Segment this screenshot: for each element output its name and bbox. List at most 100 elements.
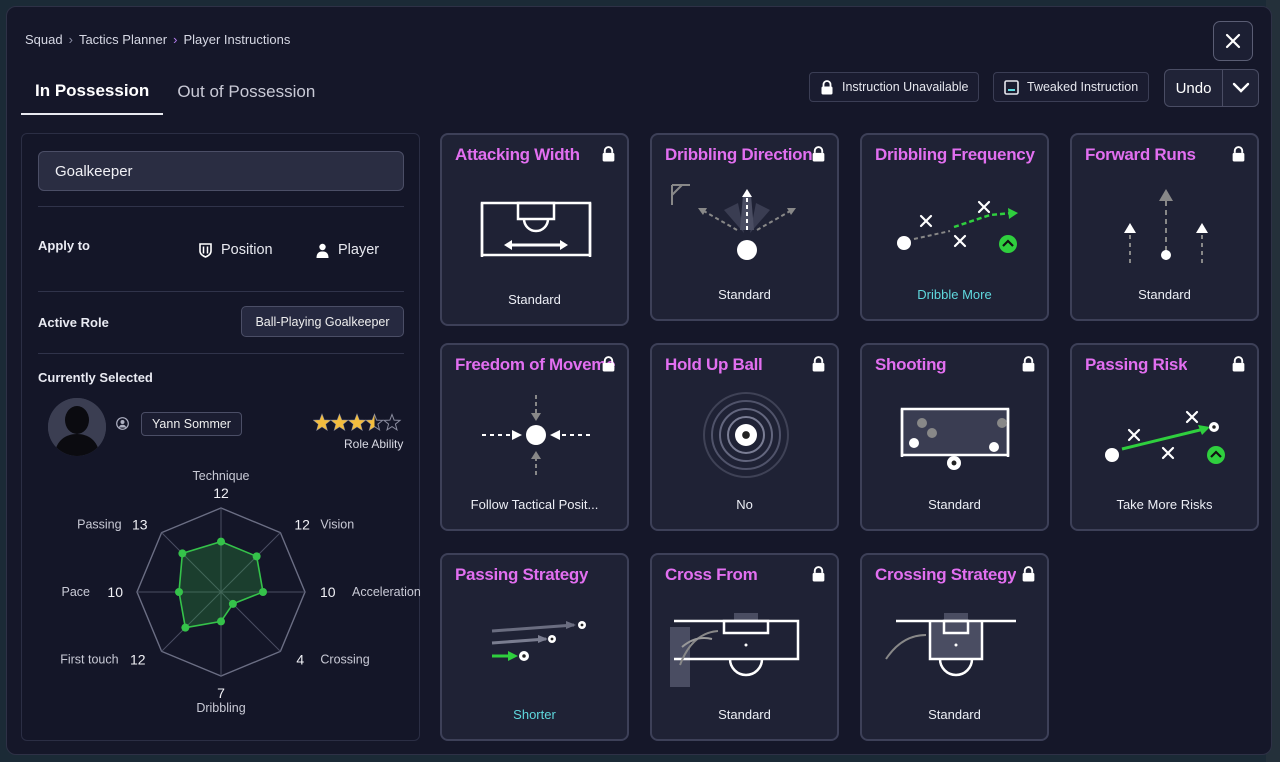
radar-label: Technique	[193, 469, 250, 483]
undo-dropdown-button[interactable]	[1223, 82, 1258, 94]
star-filled-icon	[331, 414, 348, 430]
radar-point	[259, 588, 267, 596]
dribbling-frequency-diagram-icon	[897, 200, 1018, 253]
undo-control: Undo	[1164, 69, 1259, 107]
instruction-card-crossing-strategy[interactable]: Crossing Strategy Standard	[860, 553, 1049, 741]
instruction-card-cross-from[interactable]: Cross From Standard	[650, 553, 839, 741]
instruction-card-dribbling-frequency[interactable]: Dribbling Frequency Dribble More	[860, 133, 1049, 321]
divider	[38, 206, 404, 207]
radar-value: 10	[320, 584, 336, 600]
breadcrumb-player-instructions: Player Instructions	[183, 32, 291, 47]
radar-label: Acceleration	[352, 585, 421, 599]
instruction-card-value: Standard	[718, 287, 771, 302]
radar-point	[217, 537, 225, 546]
legend-unavailable-label: Instruction Unavailable	[842, 80, 969, 94]
instruction-card-value: No	[736, 497, 753, 512]
instruction-card-value: Follow Tactical Posit...	[470, 497, 599, 512]
divider	[38, 291, 404, 292]
radar-value: 12	[213, 485, 229, 501]
person-icon	[116, 417, 129, 435]
apply-to-player-option[interactable]: Player	[316, 242, 379, 258]
radar-label: First touch	[60, 652, 118, 666]
radar-value: 4	[296, 651, 304, 667]
role-ability-label: Role Ability	[344, 437, 404, 451]
undo-button[interactable]: Undo	[1165, 70, 1223, 106]
radar-point	[252, 552, 261, 561]
role-ability-stars	[312, 413, 403, 438]
star-filled-icon	[313, 414, 331, 430]
currently-selected-label: Currently Selected	[38, 370, 153, 385]
attacking-width-diagram-icon	[480, 201, 592, 257]
instruction-card-dribbling-direction[interactable]: Dribbling Direction Standard	[650, 133, 839, 321]
radar-point	[228, 599, 237, 608]
cross-from-diagram-icon	[670, 613, 800, 687]
player-name-chip[interactable]: Yann Sommer	[141, 412, 242, 436]
instruction-card-value: Standard	[928, 497, 981, 512]
active-role-label: Active Role	[38, 315, 109, 330]
forward-runs-diagram-icon	[1124, 189, 1208, 263]
instruction-card-value: Dribble More	[917, 287, 992, 302]
radar-value: 12	[130, 651, 146, 667]
apply-player-label: Player	[338, 242, 380, 258]
attribute-radar-chart: Technique 12 Vision 12 Acceleration 10 Crossin…	[60, 469, 421, 715]
person-icon	[316, 243, 329, 258]
hold-up-ball-diagram-icon	[703, 392, 789, 478]
apply-position-label: Position	[221, 242, 273, 258]
breadcrumb: Squad › Tactics Planner › Player Instruc…	[25, 32, 290, 47]
radar-label: Vision	[320, 518, 354, 532]
dribbling-direction-diagram-icon	[671, 184, 796, 260]
instruction-card-passing-strategy[interactable]: Passing Strategy Shorter	[440, 553, 629, 741]
active-role-dropdown[interactable]: Ball-Playing Goalkeeper	[241, 306, 404, 337]
radar-point	[175, 588, 183, 596]
radar-value: 13	[132, 517, 148, 533]
instruction-card-value: Standard	[718, 707, 771, 722]
tab-out-of-possession[interactable]: Out of Possession	[163, 69, 329, 115]
lock-icon	[820, 79, 834, 95]
radar-point	[217, 617, 225, 626]
crossing-strategy-diagram-icon	[885, 613, 1016, 677]
shield-icon	[199, 242, 212, 258]
instruction-card-value: Take More Risks	[1116, 497, 1213, 512]
radar-data-area	[178, 540, 264, 629]
close-button[interactable]	[1213, 21, 1253, 61]
freedom-of-movement-diagram-icon	[482, 395, 590, 475]
passing-risk-diagram-icon	[1105, 410, 1225, 464]
radar-value: 10	[107, 584, 123, 600]
breadcrumb-squad[interactable]: Squad	[25, 32, 63, 47]
possession-tabs: In Possession Out of Possession	[21, 69, 329, 115]
instruction-card-passing-risk[interactable]: Passing Risk Take More Risks	[1070, 343, 1259, 531]
breadcrumb-tactics-planner[interactable]: Tactics Planner	[79, 32, 167, 47]
instruction-card-attacking-width[interactable]: Attacking Width Standard	[440, 133, 629, 326]
instruction-card-shooting[interactable]: Shooting Standard	[860, 343, 1049, 531]
instruction-card-value: Standard	[928, 707, 981, 722]
tab-in-possession[interactable]: In Possession	[21, 69, 164, 115]
player-select-dropdown[interactable]: Goalkeeper	[38, 151, 404, 191]
tweaked-icon	[1004, 79, 1019, 95]
chevron-right-icon: ›	[68, 32, 73, 47]
radar-point	[178, 549, 187, 558]
star-filled-icon	[348, 414, 366, 430]
chevron-down-icon	[1232, 82, 1249, 93]
apply-to-position-option[interactable]: Position	[199, 242, 273, 258]
instruction-card-value: Standard	[1138, 287, 1191, 302]
divider	[38, 353, 404, 354]
avatar	[48, 398, 106, 456]
radar-value: 7	[217, 685, 225, 701]
close-icon	[1225, 33, 1241, 49]
instruction-card-value: Shorter	[513, 707, 556, 722]
apply-to-label: Apply to	[38, 238, 90, 253]
radar-value: 12	[294, 517, 310, 533]
player-panel: Goalkeeper Apply to Position Player Acti…	[21, 133, 421, 741]
player-instructions-modal: Squad › Tactics Planner › Player Instruc…	[6, 6, 1272, 755]
instruction-card-freedom-of-movement[interactable]: Freedom of Movement Follow Tactical Posit…	[440, 343, 629, 531]
star-icon	[382, 413, 402, 432]
instruction-card-hold-up-ball[interactable]: Hold Up Ball No	[650, 343, 839, 531]
legend-tweaked-label: Tweaked Instruction	[1027, 80, 1139, 94]
chevron-right-icon: ›	[173, 32, 178, 47]
passing-strategy-diagram-icon	[491, 621, 586, 661]
player-silhouette-icon	[48, 398, 106, 456]
instruction-card-forward-runs[interactable]: Forward Runs Standard	[1070, 133, 1259, 321]
radar-point	[181, 623, 190, 632]
radar-label: Crossing	[320, 652, 369, 666]
radar-label: Passing	[77, 518, 122, 532]
